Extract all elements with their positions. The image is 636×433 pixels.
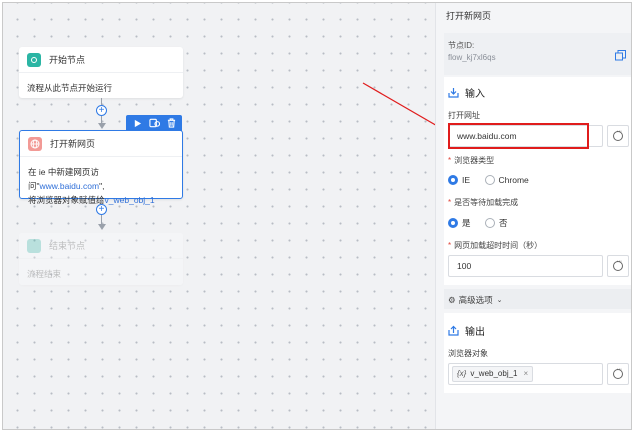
- open-url-label: 打开网址: [448, 111, 480, 120]
- radio-chrome[interactable]: Chrome: [484, 175, 529, 185]
- timeout-input[interactable]: 100: [448, 255, 603, 277]
- output-section-label: 输出: [465, 327, 485, 338]
- wait-text: 是否等待加载完成: [454, 198, 519, 207]
- timeout-label: * 网页加载超时时间（秒）: [448, 241, 543, 250]
- output-more-button[interactable]: [607, 363, 629, 385]
- url-highlight-box: [448, 123, 589, 149]
- timeout-text: 网页加载超时时间（秒）: [454, 241, 543, 250]
- radio-yes-label: 是: [462, 218, 471, 228]
- output-section-title: 输出: [448, 323, 485, 338]
- wait-label: * 是否等待加载完成: [448, 198, 519, 207]
- browser-type-label: * 浏览器类型: [448, 156, 495, 165]
- input-card: 输入 打开网址 www.baidu.com *浏览器类型 IE Chrome *…: [444, 77, 631, 285]
- browser-radio-group: IE Chrome: [448, 175, 541, 187]
- chevron-down-icon: ⌄: [496, 297, 503, 304]
- more-icon: [613, 366, 624, 379]
- wait-radio-group: 是 否: [448, 217, 520, 230]
- radio-ie-label: IE: [462, 175, 471, 185]
- input-section-label: 输入: [465, 89, 485, 100]
- app-frame: 开始节点 流程从此节点开始运行 + 打开新网页 在 ie 中新建网页访问"www…: [2, 2, 632, 430]
- annotation-arrow: [362, 82, 435, 126]
- browser-obj-label: 浏览器对象: [448, 349, 488, 358]
- close-icon[interactable]: ×: [524, 367, 529, 381]
- radio-ie[interactable]: IE: [448, 175, 470, 185]
- variable-name: v_web_obj_1: [470, 369, 518, 378]
- browser-type-text: 浏览器类型: [454, 156, 495, 165]
- node-id-value: flow_kj7xl6qs: [448, 53, 496, 62]
- node-id-label: 节点ID:: [448, 41, 475, 50]
- timeout-more-button[interactable]: [607, 255, 629, 277]
- properties-panel: 打开新网页 节点ID: flow_kj7xl6qs 输入 打开网址 www.ba…: [435, 3, 631, 429]
- radio-yes[interactable]: 是: [448, 217, 471, 229]
- copy-id-icon[interactable]: [615, 50, 626, 63]
- gear-icon: ⚙: [448, 294, 456, 305]
- radio-no[interactable]: 否: [485, 217, 508, 229]
- input-icon: [448, 87, 459, 98]
- more-icon: [613, 258, 624, 271]
- advanced-options[interactable]: ⚙ 高级选项 ⌄: [444, 289, 631, 309]
- output-icon: [448, 325, 459, 336]
- panel-title: 打开新网页: [446, 11, 492, 21]
- variable-icon: {x}: [457, 369, 467, 378]
- node-id-card: 节点ID: flow_kj7xl6qs: [444, 33, 631, 75]
- output-card: 输出 浏览器对象 {x} v_web_obj_1 ×: [444, 313, 631, 393]
- url-more-button[interactable]: [607, 125, 629, 147]
- flow-canvas[interactable]: 开始节点 流程从此节点开始运行 + 打开新网页 在 ie 中新建网页访问"www…: [3, 3, 435, 429]
- advanced-label: 高级选项: [458, 295, 493, 305]
- more-icon: [613, 128, 624, 141]
- browser-obj-field[interactable]: {x} v_web_obj_1 ×: [448, 363, 603, 385]
- input-section-title: 输入: [448, 85, 485, 100]
- radio-chrome-label: Chrome: [498, 175, 529, 185]
- variable-tag: {x} v_web_obj_1 ×: [452, 366, 534, 382]
- radio-no-label: 否: [499, 218, 508, 228]
- advanced-options-row: ⚙ 高级选项 ⌄: [448, 294, 503, 306]
